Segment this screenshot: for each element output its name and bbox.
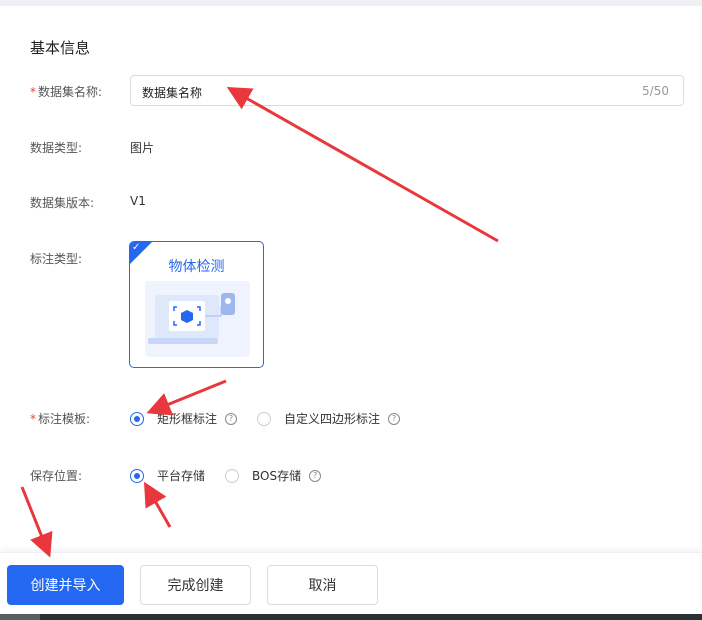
arrow-to-template-radio <box>146 379 227 416</box>
annotation-type-label: 标注类型: <box>30 252 83 266</box>
object-detection-illustration <box>145 281 250 357</box>
option-rect-annotation[interactable]: 矩形框标注 <box>157 410 217 427</box>
data-type-value: 图片 <box>130 141 155 155</box>
version-value: V1 <box>130 194 146 208</box>
section-title: 基本信息 <box>30 39 91 57</box>
storage-label: 保存位置: <box>30 469 83 483</box>
data-type-label: 数据类型: <box>30 141 83 155</box>
radio-bos-storage[interactable] <box>225 468 240 483</box>
dataset-name-input[interactable]: 数据集名称 5/50 <box>130 75 684 106</box>
version-label: 数据集版本: <box>30 196 95 210</box>
char-counter: 5/50 <box>642 84 669 98</box>
help-icon[interactable]: ? <box>388 412 401 425</box>
required-mark: * <box>30 412 36 426</box>
template-label: * 标注模板: <box>30 412 91 426</box>
storage-radio-group: 平台存储 BOS存储 ? <box>130 467 322 484</box>
arrow-to-storage-radio <box>144 481 172 528</box>
check-icon: ✓ <box>132 242 141 253</box>
option-bos-storage[interactable]: BOS存储 <box>252 467 301 484</box>
arrow-to-create-button <box>20 486 53 558</box>
option-platform-storage[interactable]: 平台存储 <box>157 467 205 484</box>
radio-quad-annotation[interactable] <box>257 411 272 426</box>
footer-bar: 创建并导入 完成创建 取消 <box>0 552 702 614</box>
radio-platform-storage[interactable] <box>130 468 144 483</box>
bottom-strip <box>0 614 702 620</box>
required-mark: * <box>30 85 36 99</box>
option-quad-annotation[interactable]: 自定义四边形标注 <box>284 410 380 427</box>
template-radio-group: 矩形框标注 ? 自定义四边形标注 ? <box>130 410 401 427</box>
help-icon[interactable]: ? <box>225 412 238 425</box>
cancel-button[interactable]: 取消 <box>267 565 378 605</box>
dataset-name-value: 数据集名称 <box>142 86 203 100</box>
card-title: 物体检测 <box>168 259 225 275</box>
help-icon[interactable]: ? <box>309 469 322 482</box>
top-divider <box>0 0 702 6</box>
dataset-name-label: * 数据集名称: <box>30 85 103 99</box>
create-import-button[interactable]: 创建并导入 <box>7 565 124 605</box>
finish-create-button[interactable]: 完成创建 <box>140 565 251 605</box>
object-detection-card[interactable]: ✓ 物体检测 <box>129 241 264 368</box>
arrow-to-name-input <box>226 87 499 243</box>
radio-rect-annotation[interactable] <box>130 411 144 426</box>
